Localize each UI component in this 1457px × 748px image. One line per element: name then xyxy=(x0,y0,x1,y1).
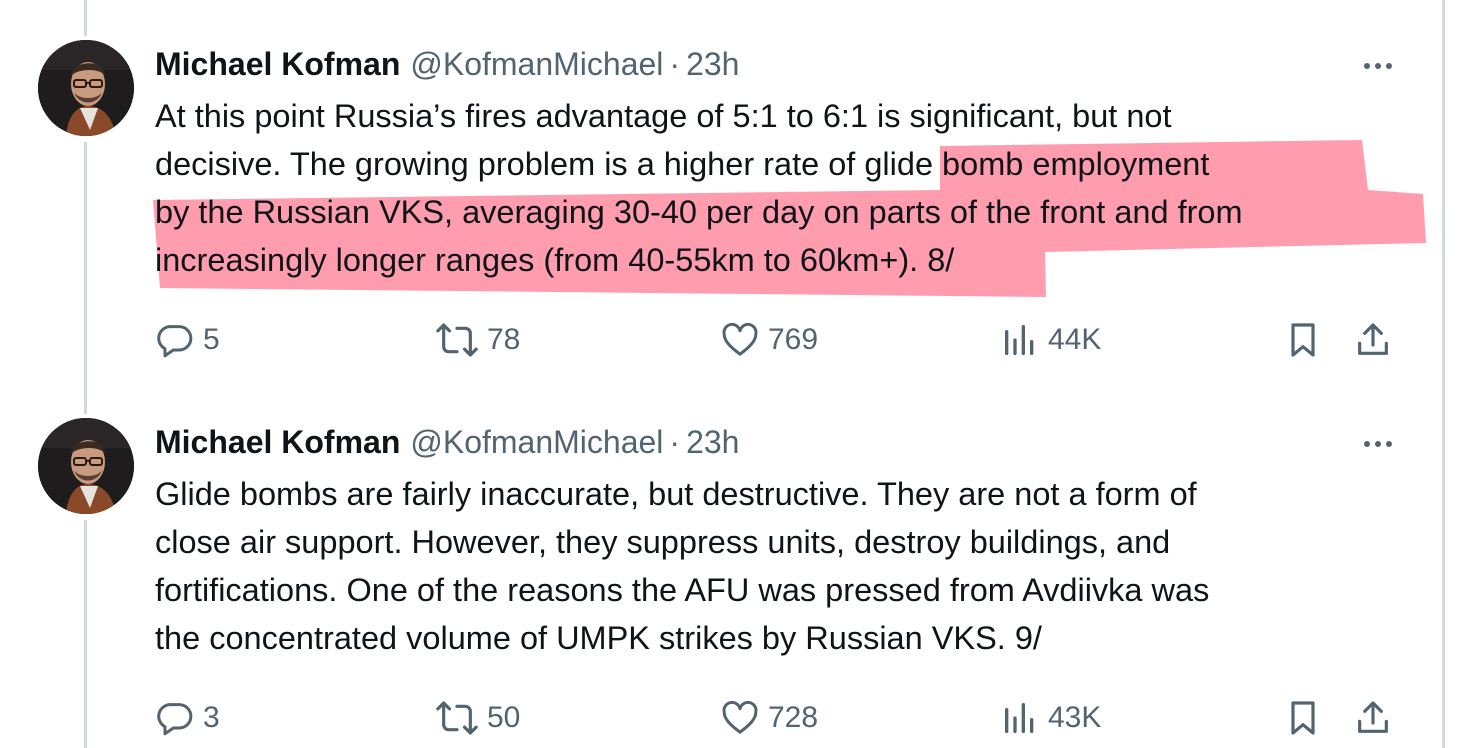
tweet-text: Glide bombs are fairly inaccurate, but d… xyxy=(155,470,1425,662)
tweet-text-line: At this point Russia’s fires advantage o… xyxy=(155,98,1172,134)
avatar[interactable] xyxy=(38,418,134,514)
tweet-text-line: increasingly longer ranges (from 40-55km… xyxy=(155,242,955,278)
repost-count: 50 xyxy=(487,701,521,734)
like-icon xyxy=(722,322,758,356)
tweet-8[interactable]: Michael Kofman @KofmanMichael · 23h At t… xyxy=(0,0,1440,400)
repost-count: 78 xyxy=(487,323,521,356)
more-icon[interactable] xyxy=(1356,434,1400,454)
user-handle[interactable]: @KofmanMichael xyxy=(410,424,663,461)
tweet-text: At this point Russia’s fires advantage o… xyxy=(155,92,1425,284)
tweet-text-line: by the Russian VKS, averaging 30-40 per … xyxy=(155,194,1243,230)
display-name[interactable]: Michael Kofman xyxy=(155,46,400,83)
reply-icon xyxy=(157,703,193,736)
views-icon xyxy=(1005,325,1034,355)
views-button[interactable]: 43K xyxy=(1000,696,1101,740)
views-button[interactable]: 44K xyxy=(1000,318,1101,362)
reply-count: 5 xyxy=(203,323,220,356)
bookmark-icon xyxy=(1291,701,1315,735)
tweet-text-line: the concentrated volume of UMPK strikes … xyxy=(155,620,1042,656)
reply-count: 3 xyxy=(203,701,220,734)
views-count: 43K xyxy=(1048,701,1102,734)
action-bar: 3 50 728 43K xyxy=(155,696,1405,740)
repost-button[interactable]: 50 xyxy=(435,696,520,740)
tweet-text-line: close air support. However, they suppres… xyxy=(155,524,1171,560)
tweet-text-line: Glide bombs are fairly inaccurate, but d… xyxy=(155,476,1197,512)
repost-icon xyxy=(436,323,478,357)
bookmark-button[interactable] xyxy=(1283,318,1331,362)
share-icon xyxy=(1358,323,1388,355)
tweet-9[interactable]: Michael Kofman @KofmanMichael · 23h Glid… xyxy=(0,378,1440,748)
reply-button[interactable]: 3 xyxy=(155,696,220,740)
tweet-text-line: decisive. The growing problem is a highe… xyxy=(155,146,1210,182)
timestamp[interactable]: 23h xyxy=(686,46,739,83)
user-handle[interactable]: @KofmanMichael xyxy=(410,46,663,83)
views-count: 44K xyxy=(1048,323,1102,356)
tweet-text-line: fortifications. One of the reasons the A… xyxy=(155,572,1210,608)
tweet-header: Michael Kofman @KofmanMichael · 23h xyxy=(155,424,739,468)
reply-icon xyxy=(157,325,193,358)
bookmark-button[interactable] xyxy=(1283,696,1331,740)
repost-button[interactable]: 78 xyxy=(435,318,520,362)
like-button[interactable]: 769 xyxy=(720,318,818,362)
views-icon xyxy=(1005,703,1034,733)
repost-icon xyxy=(436,701,478,735)
more-icon[interactable] xyxy=(1356,56,1400,76)
share-button[interactable] xyxy=(1353,318,1401,362)
separator-dot: · xyxy=(669,424,681,460)
avatar[interactable] xyxy=(38,40,134,136)
like-icon xyxy=(722,700,758,734)
like-count: 728 xyxy=(768,701,819,734)
timestamp[interactable]: 23h xyxy=(686,424,739,461)
share-icon xyxy=(1358,701,1388,733)
like-count: 769 xyxy=(768,323,819,356)
share-button[interactable] xyxy=(1353,696,1401,740)
separator-dot: · xyxy=(669,46,681,82)
tweet-header: Michael Kofman @KofmanMichael · 23h xyxy=(155,46,739,90)
bookmark-icon xyxy=(1291,323,1315,357)
action-bar: 5 78 769 44K xyxy=(155,318,1405,362)
window-edge xyxy=(1442,0,1445,748)
like-button[interactable]: 728 xyxy=(720,696,818,740)
display-name[interactable]: Michael Kofman xyxy=(155,424,400,461)
reply-button[interactable]: 5 xyxy=(155,318,220,362)
